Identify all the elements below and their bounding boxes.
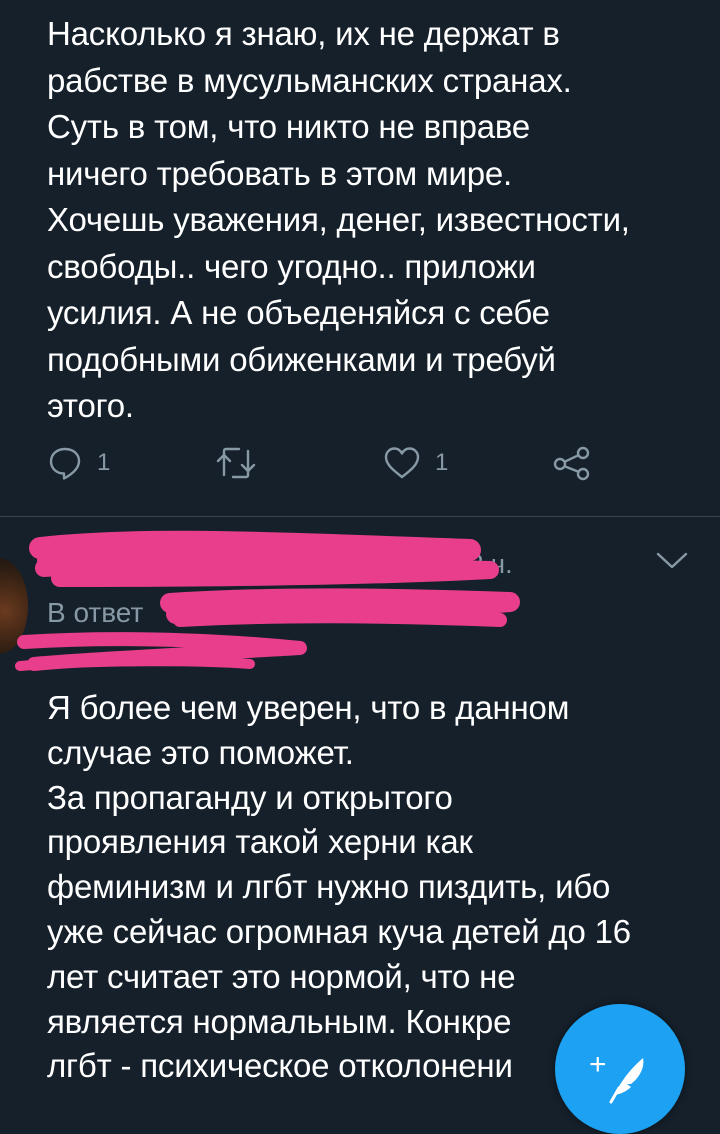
tweet-text-line: феминизм и лгбт нужно пиздить, ибо bbox=[47, 868, 611, 906]
tweet-timestamp: · 2 ч. bbox=[452, 549, 513, 579]
tweet-text-line: Насколько я знаю, их не держат в bbox=[47, 15, 560, 52]
tweet-text-line: Я более чем уверен, что в данном bbox=[47, 689, 570, 726]
compose-feather-icon: + bbox=[589, 1048, 644, 1104]
retweet-icon bbox=[215, 445, 257, 481]
tweet-text-line: рабстве в мусульманских странах. bbox=[47, 61, 572, 99]
heart-icon bbox=[383, 445, 421, 481]
tweet-text-line: уже сейчас огромная куча детей до 16 bbox=[47, 912, 631, 950]
reply-to-label: В ответ bbox=[47, 597, 144, 628]
tweet-text-line: Суть в том, что никто не вправе bbox=[47, 108, 530, 145]
reply-icon bbox=[47, 445, 83, 481]
tweet-text-line: этого. bbox=[47, 387, 134, 424]
tweet-text-line: За пропаганду и открытого bbox=[47, 778, 453, 816]
share-button[interactable] bbox=[552, 445, 592, 481]
tweet-text-line: усилия. А не объеденяйся с себе bbox=[47, 294, 550, 331]
compose-button[interactable]: + bbox=[555, 1004, 685, 1134]
tweet-text-line: свободы.. чего угодно.. приложи bbox=[47, 247, 536, 285]
tweet-text-line: Хочешь уважения, денег, известности, bbox=[47, 201, 630, 238]
like-button[interactable]: 1 bbox=[383, 445, 448, 481]
tweet-divider bbox=[0, 516, 720, 517]
reply-count: 1 bbox=[97, 449, 111, 476]
tweet-text-line: подобными обиженками и требуй bbox=[47, 340, 556, 378]
tweet-action-bar: 1 1 bbox=[47, 445, 607, 489]
compose-plus: + bbox=[589, 1048, 607, 1081]
tweet-text-line: лет считает это нормой, что не bbox=[47, 957, 516, 995]
like-count: 1 bbox=[435, 449, 449, 476]
tweet-text-line: случае это поможет. bbox=[47, 733, 354, 771]
tweet-text: Насколько я знаю, их не держат в рабстве… bbox=[47, 11, 697, 430]
tweet-text-line: ничего требовать в этом мире. bbox=[47, 154, 512, 192]
chevron-down-icon[interactable] bbox=[655, 550, 689, 577]
reply-button[interactable]: 1 bbox=[47, 445, 110, 481]
avatar[interactable] bbox=[0, 558, 28, 654]
retweet-button[interactable] bbox=[215, 445, 257, 481]
tweet-text-line: проявления такой херни как bbox=[47, 823, 473, 861]
share-icon bbox=[552, 445, 592, 481]
